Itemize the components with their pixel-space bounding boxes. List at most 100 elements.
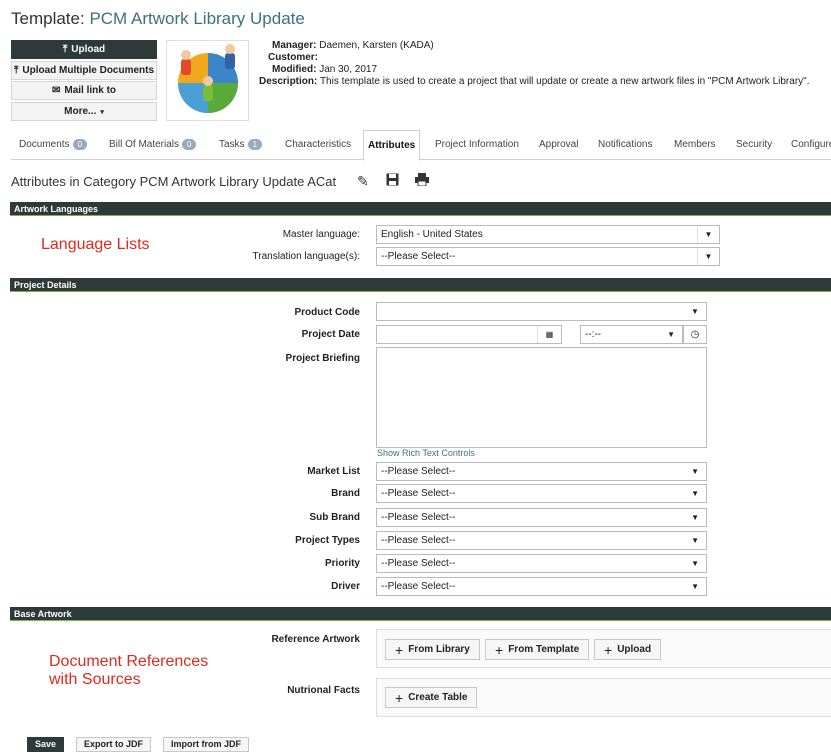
create-table-button[interactable]: + Create Table <box>385 687 478 708</box>
save-icon[interactable] <box>386 173 399 189</box>
tab-security[interactable]: Security <box>732 130 776 160</box>
manager-info: Manager: Daemen, Karsten (KADA) <box>272 40 434 51</box>
template-thumbnail <box>166 40 249 121</box>
from-library-button[interactable]: + From Library <box>385 639 480 660</box>
tab-label: Security <box>736 139 773 150</box>
caret-down-icon: ▼ <box>697 226 719 243</box>
priority-select[interactable]: --Please Select-- ▼ <box>376 554 707 573</box>
from-library-label: From Library <box>408 644 470 655</box>
count-badge: 1 <box>247 138 263 150</box>
annotation-with-sources: with Sources <box>49 671 141 688</box>
brand-select[interactable]: --Please Select-- ▼ <box>376 484 707 503</box>
driver-select[interactable]: --Please Select-- ▼ <box>376 577 707 596</box>
more-button[interactable]: More... ▾ <box>11 102 157 121</box>
tab-tasks[interactable]: Tasks 1 <box>215 130 266 160</box>
upload-multiple-label: Upload Multiple Documents <box>22 65 155 76</box>
export-jdf-button[interactable]: Export to JDF <box>76 737 152 752</box>
caret-down-icon: ▼ <box>691 559 699 568</box>
upload-icon: ⤒ <box>62 44 68 55</box>
tab-attributes[interactable]: Attributes <box>363 130 421 161</box>
annotation-language-lists: Language Lists <box>41 236 150 253</box>
caret-down-icon: ▼ <box>697 248 719 265</box>
mail-link-button[interactable]: ✉ Mail link to <box>11 81 157 100</box>
product-code-label: Product Code <box>294 307 360 318</box>
plus-icon: + <box>395 641 404 658</box>
caret-down-icon: ▼ <box>691 467 699 476</box>
calendar-icon[interactable]: ▦ <box>537 326 561 343</box>
mail-link-label: Mail link to <box>64 85 117 96</box>
customer-info: Customer: <box>268 52 318 63</box>
tab-label: Bill Of Materials <box>109 139 180 150</box>
chevron-down-icon: ▾ <box>100 108 104 116</box>
tab-members[interactable]: Members <box>670 130 720 160</box>
tab-label: Documents <box>19 139 70 150</box>
section-artwork-languages: Artwork Languages <box>10 202 831 216</box>
project-time-value: --:-- <box>585 329 602 340</box>
print-icon[interactable] <box>415 173 429 189</box>
sub-brand-select[interactable]: --Please Select-- ▼ <box>376 508 707 527</box>
title-prefix: Template: <box>11 9 85 28</box>
import-jdf-button[interactable]: Import from JDF <box>163 737 250 752</box>
clock-icon[interactable]: ◷ <box>683 325 707 344</box>
template-name: PCM Artwork Library Update <box>89 9 305 28</box>
upload-reference-label: Upload <box>617 644 652 655</box>
annotation-document-references: Document References <box>49 653 209 670</box>
project-types-select[interactable]: --Please Select-- ▼ <box>376 531 707 550</box>
tab-configure[interactable]: Configure <box>787 130 831 160</box>
sub-brand-label: Sub Brand <box>309 512 360 523</box>
upload-label: Upload <box>71 44 106 55</box>
tab-label: Configure <box>791 139 831 150</box>
from-template-button[interactable]: + From Template <box>485 639 590 660</box>
project-date-input[interactable]: ▦ <box>376 325 562 344</box>
upload-multiple-button[interactable]: ⤒ Upload Multiple Documents <box>11 61 157 80</box>
driver-value: --Please Select-- <box>381 581 456 592</box>
tab-documents[interactable]: Documents 0 <box>15 130 91 160</box>
master-language-select[interactable]: English - United States ▼ <box>376 225 720 244</box>
page-title: Template: PCM Artwork Library Update <box>11 9 305 29</box>
tab-project-information[interactable]: Project Information <box>431 130 523 160</box>
tab-notifications[interactable]: Notifications <box>594 130 656 160</box>
tab-bar: Documents 0 Bill Of Materials 0 Tasks 1 Cha… <box>11 130 831 161</box>
priority-value: --Please Select-- <box>381 558 456 569</box>
project-time-select[interactable]: --:-- ▼ <box>580 325 683 344</box>
modified-value: Jan 30, 2017 <box>319 64 378 75</box>
section-project-details: Project Details <box>10 278 831 292</box>
product-code-select[interactable]: ▼ <box>376 302 707 321</box>
modified-info: Modified: Jan 30, 2017 <box>272 64 377 75</box>
plus-icon: + <box>395 689 404 706</box>
project-types-value: --Please Select-- <box>381 535 456 546</box>
manager-label: Manager: <box>272 40 317 51</box>
project-date-label: Project Date <box>301 329 360 340</box>
caret-down-icon: ▼ <box>691 489 699 498</box>
save-button[interactable]: Save <box>27 737 65 752</box>
count-badge: 0 <box>72 138 88 150</box>
category-subtitle: Attributes in Category PCM Artwork Libra… <box>11 174 337 189</box>
modified-label: Modified: <box>272 64 317 75</box>
tab-characteristics[interactable]: Characteristics <box>281 130 355 160</box>
caret-down-icon: ▼ <box>667 330 675 339</box>
create-table-label: Create Table <box>408 692 468 703</box>
driver-label: Driver <box>331 581 360 592</box>
master-language-value: English - United States <box>381 229 483 240</box>
pencil-icon[interactable]: ✎ <box>357 173 369 190</box>
caret-down-icon: ▼ <box>691 582 699 591</box>
caret-down-icon: ▼ <box>691 513 699 522</box>
upload-reference-button[interactable]: + Upload <box>594 639 662 660</box>
description-info: Description: This template is used to cr… <box>259 76 809 87</box>
translation-language-value: --Please Select-- <box>381 251 456 262</box>
from-template-label: From Template <box>508 644 580 655</box>
upload-button[interactable]: ⤒ Upload <box>11 40 157 59</box>
section-base-artwork: Base Artwork <box>10 607 831 621</box>
project-briefing-textarea[interactable] <box>376 347 707 448</box>
market-list-select[interactable]: --Please Select-- ▼ <box>376 462 707 481</box>
caret-down-icon: ▼ <box>691 536 699 545</box>
tab-label: Characteristics <box>285 139 352 150</box>
tab-label: Tasks <box>219 139 245 150</box>
sub-brand-value: --Please Select-- <box>381 512 456 523</box>
brand-label: Brand <box>331 488 360 499</box>
translation-language-select[interactable]: --Please Select-- ▼ <box>376 247 720 266</box>
tab-bill-of-materials[interactable]: Bill Of Materials 0 <box>105 130 200 160</box>
tab-label: Notifications <box>598 139 653 150</box>
tab-approval[interactable]: Approval <box>535 130 582 160</box>
show-rich-text-link[interactable]: Show Rich Text Controls <box>377 448 475 458</box>
